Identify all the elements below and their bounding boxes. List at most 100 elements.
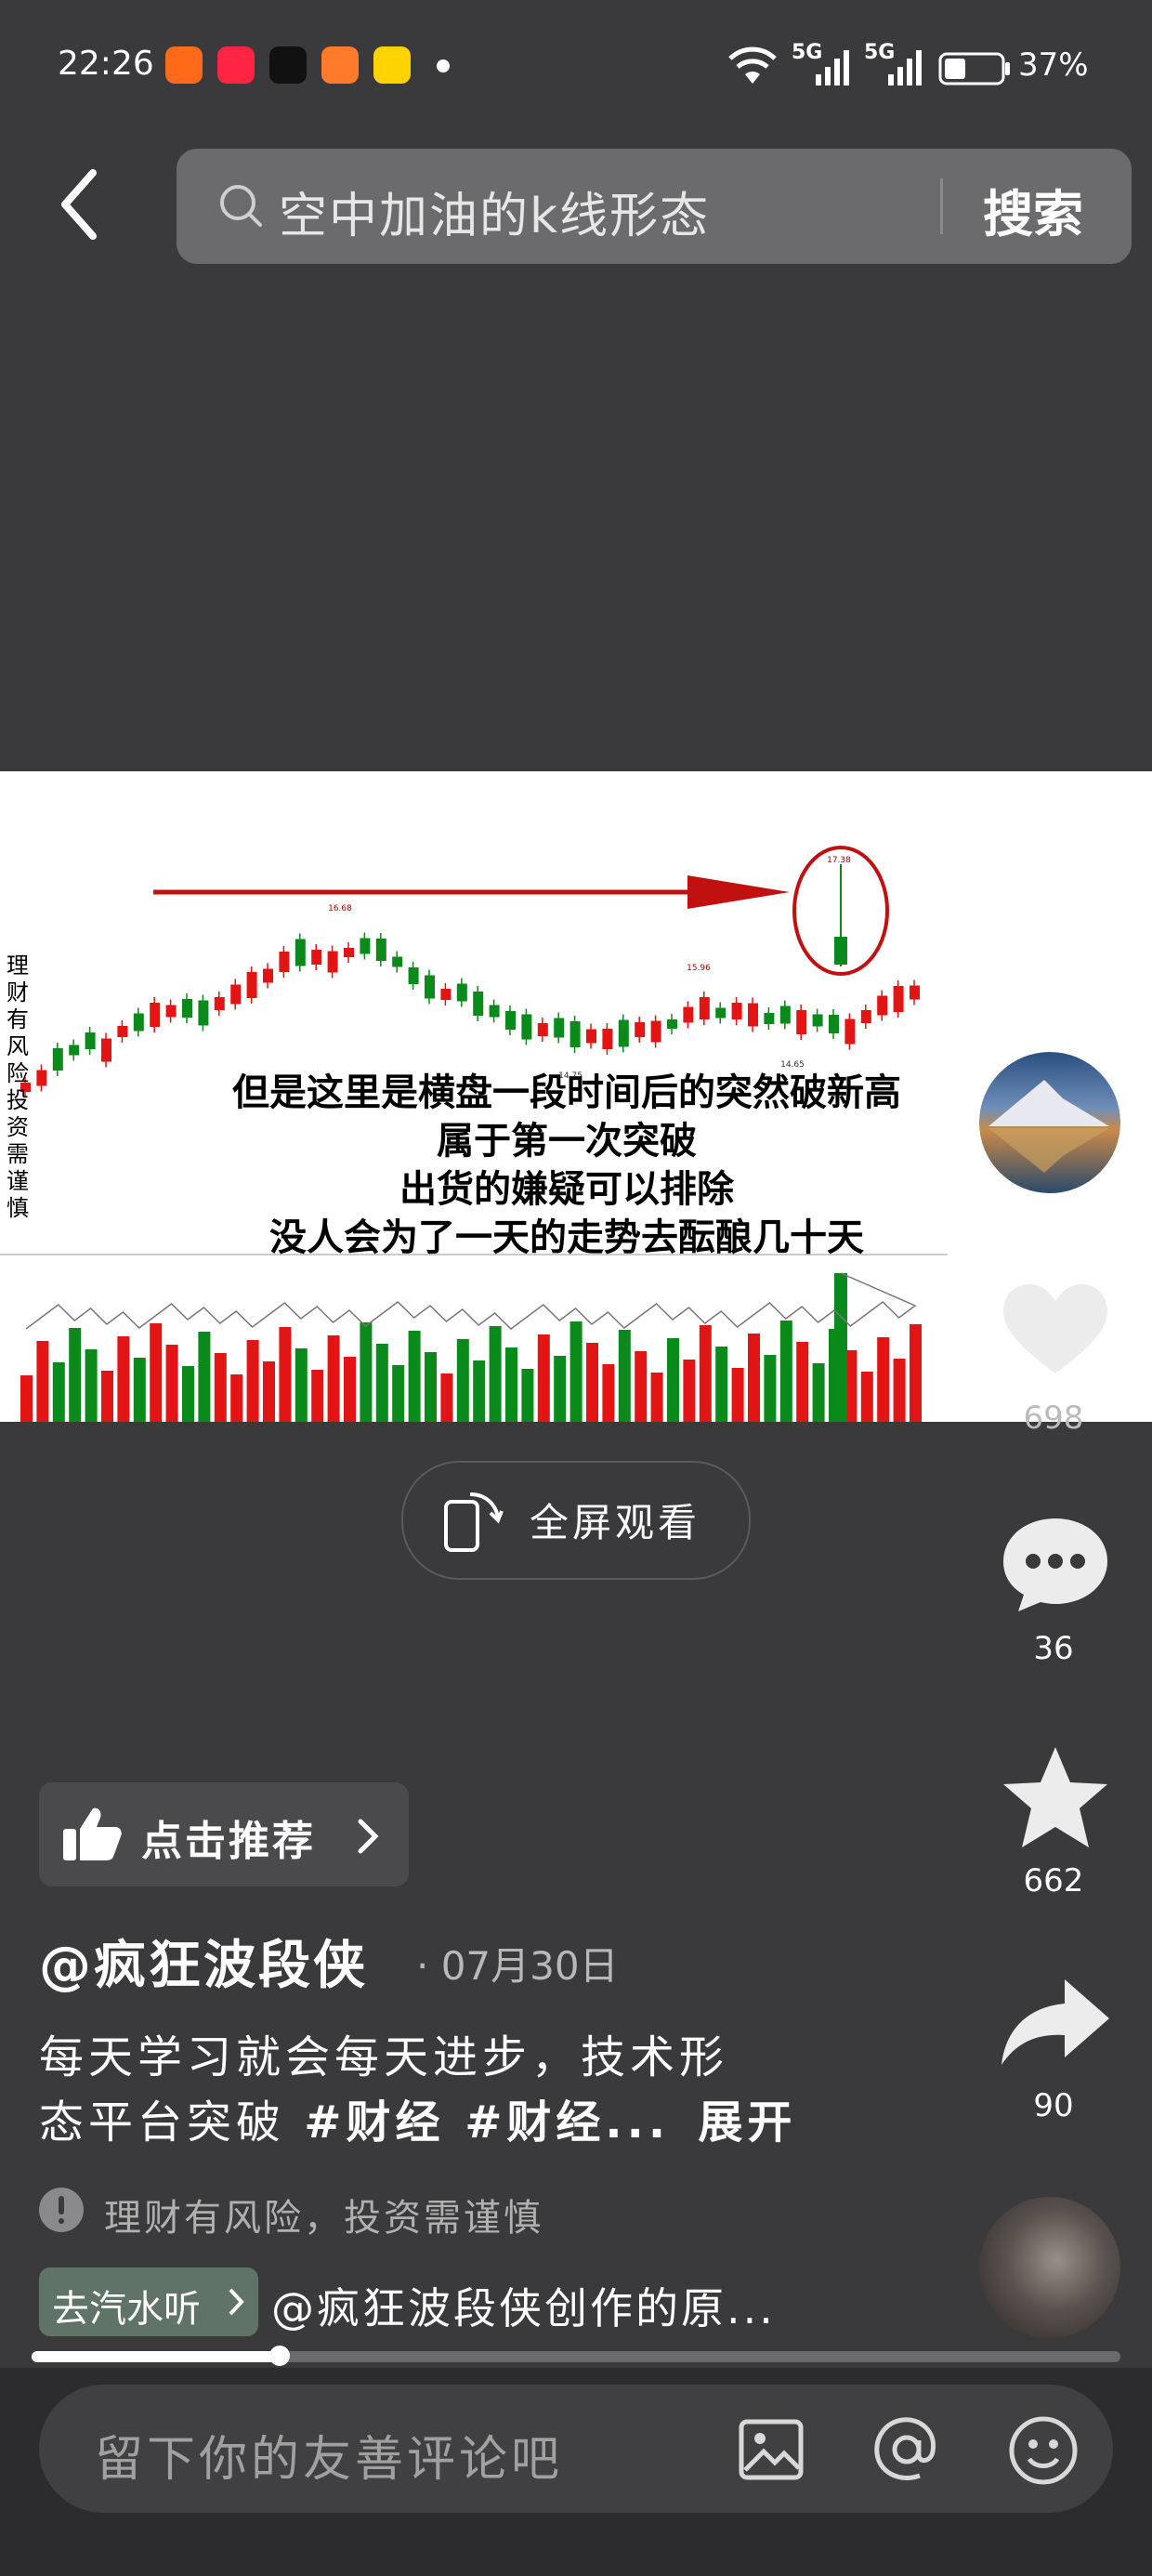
candle-body (101, 1038, 111, 1062)
taobao-icon (165, 46, 203, 84)
candle-body (618, 1019, 629, 1047)
volume-bar (748, 1334, 760, 1422)
volume-bar (279, 1327, 292, 1422)
comment-placeholder: 留下你的友善评论吧 (95, 2432, 564, 2488)
risk-side-text: 理财有风险投资需谨慎 (7, 953, 29, 1221)
search-query: 空中加油的k线形态 (279, 189, 711, 244)
video-progress-handle[interactable] (269, 2346, 290, 2366)
post-description-text: 态平台突破 (39, 2096, 305, 2149)
candle-body (877, 995, 888, 1016)
author-name[interactable]: @疯狂波段侠 (39, 1924, 368, 1999)
volume-bar (214, 1353, 227, 1422)
candle-body (715, 1007, 727, 1019)
xiaohongshu-icon (217, 46, 255, 84)
candle-body (230, 984, 242, 1005)
search-icon (220, 185, 262, 227)
like-count: 698 (1023, 1400, 1084, 1437)
candle-body (360, 938, 371, 954)
comment-icon[interactable] (998, 1513, 1113, 1615)
volume-bar (667, 1338, 679, 1422)
risk-warning: 理财有风险，投资需谨慎 (104, 2197, 543, 2240)
author-avatar[interactable] (979, 1052, 1120, 1193)
volume-bar (489, 1326, 502, 1422)
candle-body (456, 983, 467, 1002)
candle-body (699, 997, 710, 1019)
candle-body (473, 992, 484, 1016)
candle-body (165, 1005, 177, 1018)
chevron-right-icon (358, 1819, 379, 1854)
candle-body (910, 985, 920, 1000)
breakout-candle-body (834, 937, 847, 965)
candle-body (117, 1026, 128, 1037)
expand-link[interactable]: 展开 (698, 2096, 796, 2149)
volume-bar (69, 1328, 82, 1422)
candle-body (569, 1021, 581, 1047)
wifi-icon (728, 46, 777, 84)
volume-bar (117, 1336, 130, 1422)
candle-body (554, 1018, 565, 1038)
volume-bar (408, 1331, 421, 1422)
volume-bar (182, 1366, 194, 1422)
hashtags[interactable]: #财经 #财经... (304, 2096, 670, 2149)
caption-line: 出货的嫌疑可以排除 (399, 1168, 734, 1211)
candle-body (489, 1005, 500, 1018)
volume-bar (392, 1365, 405, 1422)
candle-body (829, 1015, 839, 1033)
caption-line: 属于第一次突破 (437, 1120, 697, 1163)
candle-body (425, 975, 435, 999)
image-icon[interactable] (738, 2416, 805, 2483)
candle-body (812, 1014, 823, 1027)
volume-bar (910, 1324, 922, 1422)
back-arrow-icon[interactable] (52, 167, 108, 242)
candle-body (537, 1023, 548, 1036)
favorite-count: 662 (1023, 1862, 1084, 1899)
volume-bar (860, 1372, 873, 1422)
volume-bar (569, 1321, 583, 1422)
app-icon (321, 46, 359, 84)
favorite-star-icon[interactable] (998, 1743, 1113, 1853)
music-disc-avatar[interactable] (979, 2197, 1120, 2338)
candle-body (796, 1010, 807, 1034)
volume-bar (456, 1339, 469, 1422)
candle-body (327, 951, 338, 973)
volume-bar (554, 1356, 567, 1422)
heart-icon[interactable] (1000, 1281, 1111, 1383)
volume-bar (764, 1355, 777, 1422)
chevron-right-small-icon (229, 2288, 244, 2316)
volume-bar (650, 1373, 663, 1422)
candle-body (650, 1020, 661, 1043)
comment-count: 36 (1033, 1630, 1074, 1667)
share-count: 90 (1033, 2087, 1074, 2124)
volume-bar (699, 1325, 712, 1422)
candle-body (844, 1019, 856, 1045)
volume-bar (230, 1374, 243, 1422)
candle-body (521, 1014, 532, 1040)
volume-bar (327, 1335, 340, 1422)
volume-bar (20, 1375, 33, 1422)
price-label-5: 17.38 (827, 856, 851, 865)
post-description-line-1: 每天学习就会每天进步，技术形 (39, 2031, 729, 2083)
volume-bar (101, 1371, 113, 1422)
volume-bar (586, 1343, 598, 1422)
volume-bar (150, 1323, 163, 1422)
meituan-icon (373, 46, 411, 84)
candle-body (764, 1013, 775, 1024)
search-button[interactable]: 搜索 (983, 173, 1083, 246)
volume-bar (295, 1348, 308, 1422)
candle-body (408, 967, 419, 984)
candle-body (52, 1048, 63, 1071)
status-bar: 22:26 5G 5G 37% (0, 0, 1152, 130)
signal-icon-2 (888, 50, 922, 85)
volume-bar (715, 1347, 728, 1422)
share-icon[interactable] (998, 1976, 1113, 2072)
douyin-icon (269, 46, 307, 84)
candle-body (198, 1000, 209, 1026)
music-title[interactable]: @疯狂波段侠创作的原... (271, 2275, 776, 2336)
volume-bar (893, 1359, 906, 1422)
candle-body (748, 1003, 758, 1027)
volume-bar (36, 1341, 49, 1422)
mention-at-icon[interactable] (871, 2414, 942, 2485)
candle-body (392, 956, 403, 967)
candle-body (311, 950, 322, 965)
emoji-icon[interactable] (1007, 2414, 1080, 2487)
